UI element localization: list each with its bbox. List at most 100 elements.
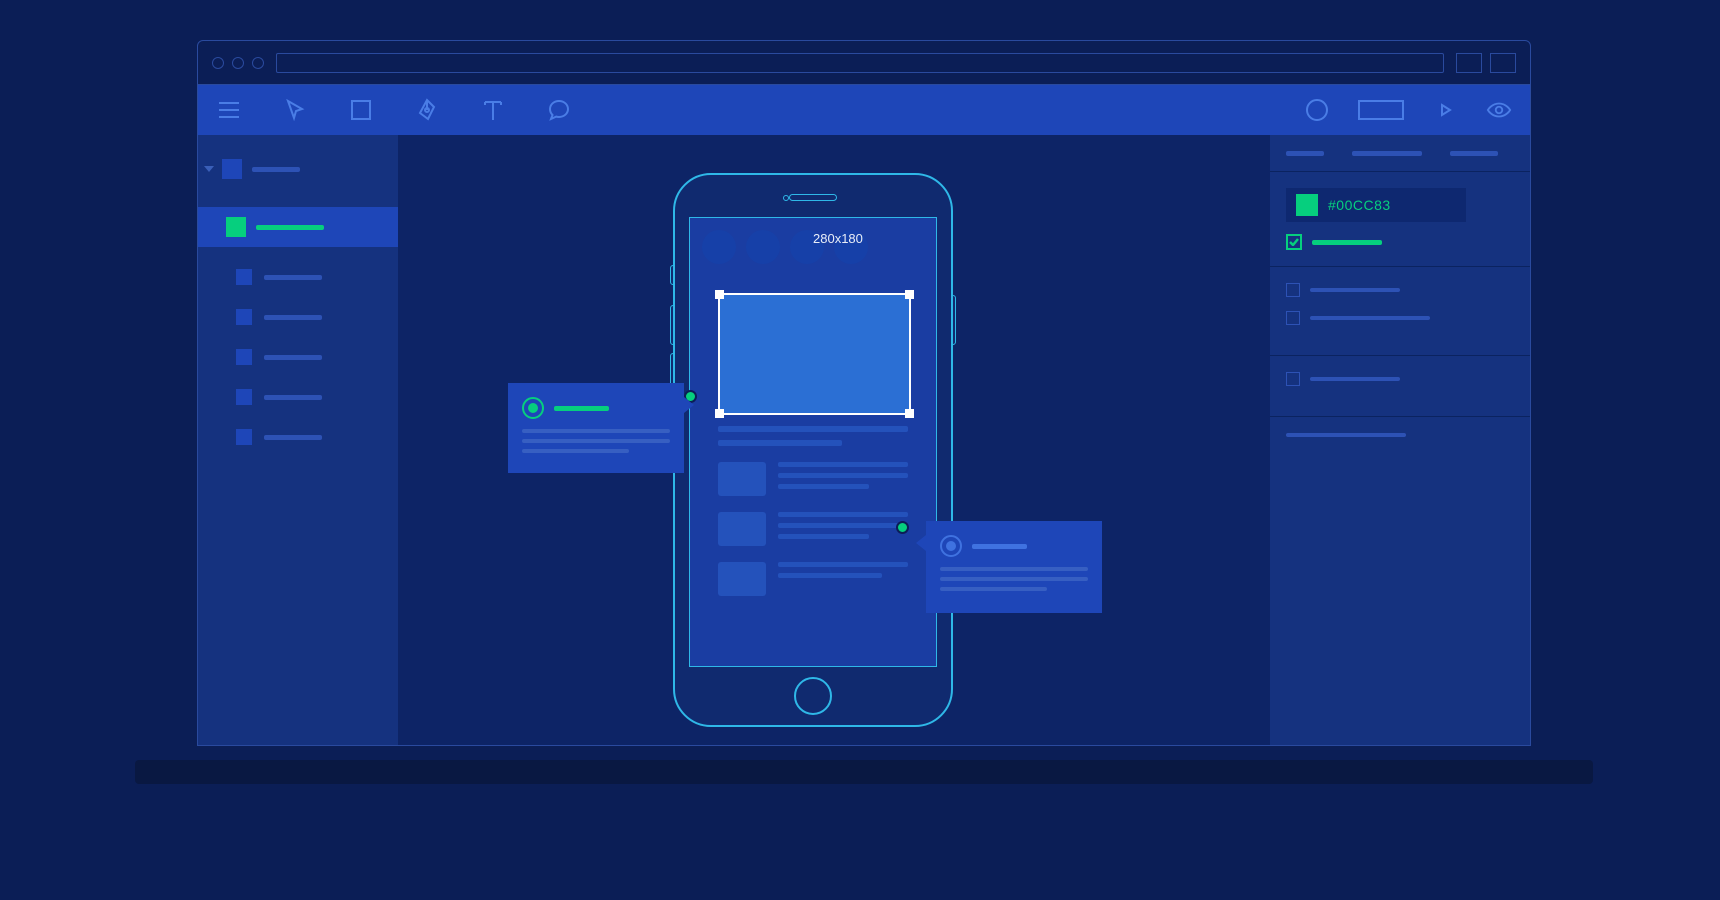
layers-panel bbox=[198, 135, 398, 745]
layer-name bbox=[264, 395, 322, 400]
fill-section: #00CC83 bbox=[1270, 171, 1530, 266]
property-label bbox=[1286, 433, 1406, 437]
color-row[interactable]: #00CC83 bbox=[1286, 188, 1466, 222]
layer-item[interactable] bbox=[198, 297, 398, 337]
phone-mute-switch bbox=[670, 265, 674, 285]
window-button-2[interactable] bbox=[1490, 53, 1516, 73]
layer-swatch bbox=[236, 389, 252, 405]
home-button-icon bbox=[794, 677, 832, 715]
inspector-tab[interactable] bbox=[1352, 151, 1422, 156]
text-line bbox=[718, 440, 842, 446]
property-checkbox-icon[interactable] bbox=[1286, 283, 1300, 297]
text-line bbox=[778, 562, 908, 567]
property-row[interactable] bbox=[1286, 311, 1514, 325]
comment-text-line bbox=[940, 577, 1088, 581]
properties-section-2 bbox=[1270, 355, 1530, 416]
comment-tool-icon[interactable] bbox=[546, 97, 572, 123]
device-frame bbox=[673, 173, 953, 727]
properties-section bbox=[1270, 266, 1530, 355]
property-row[interactable] bbox=[1286, 283, 1514, 297]
window-button-1[interactable] bbox=[1456, 53, 1482, 73]
comment-author bbox=[554, 406, 609, 411]
browser-chrome bbox=[198, 41, 1530, 85]
comment-bubble[interactable] bbox=[508, 383, 684, 473]
text-line bbox=[778, 573, 882, 578]
traffic-lights bbox=[212, 57, 264, 69]
toolbar bbox=[198, 85, 1530, 135]
thumbnail bbox=[718, 462, 766, 496]
property-row[interactable] bbox=[1286, 433, 1514, 437]
text-line bbox=[778, 512, 908, 517]
text-line bbox=[718, 426, 908, 432]
window-buttons bbox=[1456, 53, 1516, 73]
selection-dimensions: 280x180 bbox=[813, 231, 863, 246]
property-label bbox=[1310, 288, 1400, 292]
thumbnail bbox=[718, 512, 766, 546]
chevron-down-icon bbox=[204, 166, 214, 172]
resize-handle-tr[interactable] bbox=[905, 290, 914, 299]
view-icon[interactable] bbox=[1486, 97, 1512, 123]
comment-text-line bbox=[522, 439, 670, 443]
text-tool-icon[interactable] bbox=[480, 97, 506, 123]
layer-item[interactable] bbox=[198, 377, 398, 417]
layer-swatch bbox=[236, 309, 252, 325]
comment-bubble[interactable] bbox=[926, 521, 1102, 613]
layer-selected[interactable] bbox=[198, 207, 398, 247]
list-item bbox=[718, 512, 908, 546]
story-circle[interactable] bbox=[702, 230, 736, 264]
move-tool-icon[interactable] bbox=[282, 97, 308, 123]
inspector-tab[interactable] bbox=[1450, 151, 1498, 156]
user-avatar-icon bbox=[522, 397, 544, 419]
window-shadow bbox=[135, 760, 1593, 784]
property-checkbox-icon[interactable] bbox=[1286, 372, 1300, 386]
inspector-tabs bbox=[1270, 135, 1530, 171]
layer-name bbox=[252, 167, 300, 172]
property-row[interactable] bbox=[1286, 372, 1514, 386]
list-item bbox=[718, 462, 908, 496]
present-icon[interactable] bbox=[1432, 97, 1458, 123]
traffic-maximize-icon[interactable] bbox=[252, 57, 264, 69]
resize-handle-bl[interactable] bbox=[715, 409, 724, 418]
traffic-close-icon[interactable] bbox=[212, 57, 224, 69]
text-line bbox=[778, 523, 908, 528]
layer-parent[interactable] bbox=[198, 149, 398, 189]
share-button[interactable] bbox=[1358, 97, 1404, 123]
color-hex-value[interactable]: #00CC83 bbox=[1328, 197, 1391, 213]
layer-item[interactable] bbox=[198, 257, 398, 297]
selected-element[interactable] bbox=[718, 293, 911, 415]
user-avatar-icon bbox=[940, 535, 962, 557]
comment-text-line bbox=[522, 429, 670, 433]
inspector-tab[interactable] bbox=[1286, 151, 1324, 156]
phone-power-button bbox=[952, 295, 956, 345]
device-screen bbox=[689, 217, 937, 667]
app-body: 280x180 bbox=[198, 135, 1530, 745]
layer-swatch bbox=[236, 429, 252, 445]
menu-icon[interactable] bbox=[216, 97, 242, 123]
comment-text-line bbox=[940, 587, 1047, 591]
layer-name bbox=[264, 355, 322, 360]
traffic-minimize-icon[interactable] bbox=[232, 57, 244, 69]
property-checkbox-icon[interactable] bbox=[1286, 311, 1300, 325]
inspector-panel: #00CC83 bbox=[1270, 135, 1530, 745]
text-line bbox=[778, 473, 908, 478]
pen-tool-icon[interactable] bbox=[414, 97, 440, 123]
checkbox-label bbox=[1312, 240, 1382, 245]
checkbox-icon[interactable] bbox=[1286, 234, 1302, 250]
layer-swatch bbox=[236, 269, 252, 285]
canvas[interactable]: 280x180 bbox=[398, 135, 1270, 745]
property-label bbox=[1310, 316, 1430, 320]
layer-swatch bbox=[236, 349, 252, 365]
color-swatch[interactable] bbox=[1296, 194, 1318, 216]
layer-item[interactable] bbox=[198, 337, 398, 377]
resize-handle-br[interactable] bbox=[905, 409, 914, 418]
comment-pin-icon[interactable] bbox=[896, 521, 909, 534]
frame-tool-icon[interactable] bbox=[348, 97, 374, 123]
resize-handle-tl[interactable] bbox=[715, 290, 724, 299]
visibility-toggle[interactable] bbox=[1286, 234, 1514, 250]
story-circle[interactable] bbox=[746, 230, 780, 264]
address-bar[interactable] bbox=[276, 53, 1444, 73]
user-avatar-icon[interactable] bbox=[1304, 97, 1330, 123]
comment-text-line bbox=[940, 567, 1088, 571]
layer-item[interactable] bbox=[198, 417, 398, 457]
layer-swatch bbox=[226, 217, 246, 237]
